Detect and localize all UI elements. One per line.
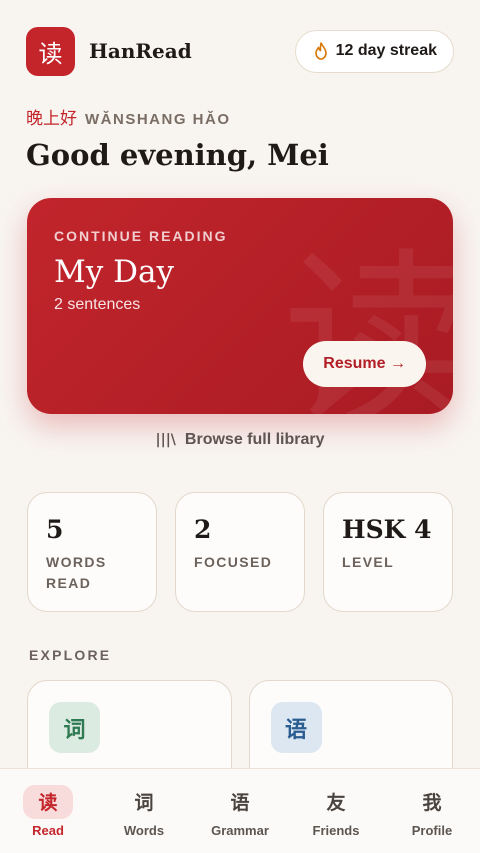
tab-label: Read [32,822,64,838]
stat-value: 5 [46,515,64,544]
stats-row: 5 WORDS READ 2 FOCUSED HSK 4 LEVEL [27,492,453,612]
browse-library-label: Browse full library [184,431,325,448]
greeting-chinese: 晚上好 [26,109,77,129]
tab-profile[interactable]: 我 Profile [386,785,478,838]
greeting-subtitle: 晚上好 WǍNSHANG HǍO [26,104,231,129]
app-logo: 读 [26,26,75,76]
stat-value: 2 [194,515,212,544]
reading-subtitle: 2 sentences [54,296,141,313]
tab-words[interactable]: 词 Words [98,785,190,838]
reading-title: My Day [54,254,174,290]
library-icon: |||\ [155,432,176,448]
tab-label: Friends [312,822,360,838]
friends-tab-icon: 友 [326,792,346,814]
greeting-heading: Good evening, Mei [26,138,329,172]
stat-label: LEVEL [342,554,395,570]
stat-card-level: HSK 4 LEVEL [323,492,453,612]
bottom-tab-bar: 读 Read 词 Words 语 Grammar 友 Friends 我 Pro… [0,768,480,853]
read-tab-icon: 读 [23,784,73,819]
app-header: 读 HanRead 12 day streak [26,26,454,76]
flame-icon [314,42,327,60]
stat-label: FOCUSED [194,554,273,570]
stat-value: HSK 4 [342,515,432,544]
tab-friends[interactable]: 友 Friends [290,785,382,838]
explore-heading: EXPLORE [29,647,112,663]
app-name: HanRead [89,39,192,63]
tab-label: Grammar [211,822,269,838]
continue-reading-card[interactable]: 读 CONTINUE READING My Day 2 sentences Re… [27,198,453,414]
streak-badge[interactable]: 12 day streak [294,29,454,73]
browse-library-link[interactable]: |||\ Browse full library [0,431,480,449]
tab-read[interactable]: 读 Read [2,784,94,838]
stat-card-focused: 2 FOCUSED [175,492,305,612]
greeting-pinyin: WǍNSHANG HǍO [85,111,231,128]
stat-card-words-read: 5 WORDS READ [27,492,157,612]
tab-label: Words [123,822,165,838]
continue-reading-kicker: CONTINUE READING [54,228,228,244]
streak-label: 12 day streak [335,42,437,59]
grammar-tab-icon: 语 [230,792,250,814]
grammar-icon: 语 [270,702,322,753]
words-icon: 词 [49,702,100,753]
profile-tab-icon: 我 [422,792,442,814]
tab-label: Profile [411,822,453,838]
resume-button[interactable]: Resume → [303,341,426,387]
watermark-char: 读 [282,232,453,415]
stat-label: WORDS READ [46,554,107,591]
tab-grammar[interactable]: 语 Grammar [194,785,286,838]
words-tab-icon: 词 [134,792,154,814]
brand: 读 HanRead [26,26,192,76]
